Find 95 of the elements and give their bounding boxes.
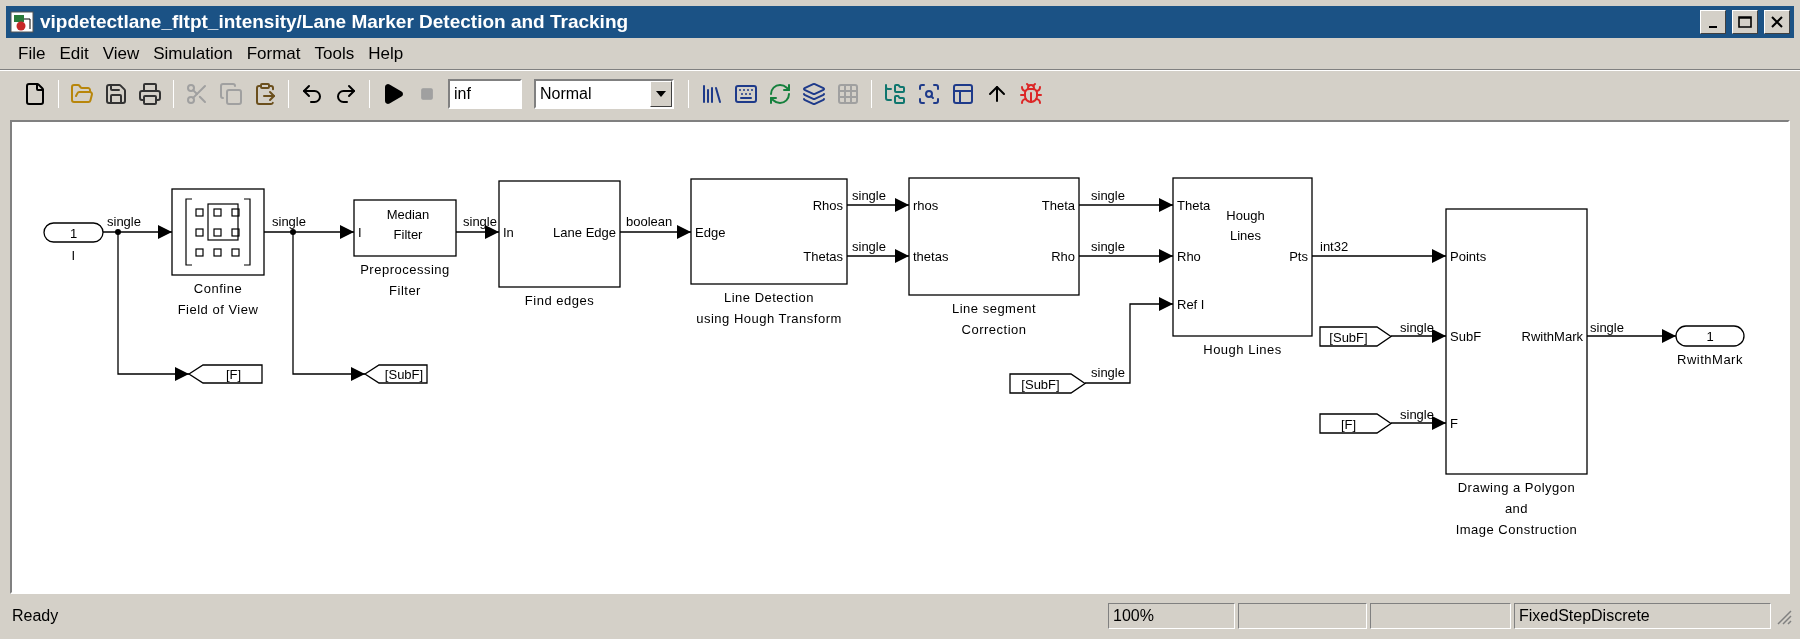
block-caption: Field of View — [177, 302, 259, 317]
goto-tag: [SubF] — [363, 364, 428, 384]
stop-icon — [420, 86, 434, 101]
clipboard-icon — [253, 81, 277, 106]
block-caption: Correction — [961, 322, 1027, 337]
signal-label: single — [1400, 407, 1434, 422]
port-label: thetas — [913, 249, 949, 264]
layers-icon — [802, 81, 826, 106]
panel-icon — [951, 81, 975, 106]
port-label: In — [503, 225, 514, 240]
menu-item[interactable]: View — [96, 40, 146, 67]
port-label: Lane Edge — [553, 225, 616, 240]
goto-tag: [F] — [187, 364, 263, 384]
bug-icon — [1019, 81, 1043, 106]
signal-label: single — [1091, 239, 1125, 254]
signal-label: single — [272, 214, 306, 229]
folder-icon — [70, 81, 94, 106]
port-label: RwithMark — [1521, 329, 1583, 344]
block-caption: Hough Lines — [1203, 342, 1282, 357]
port-label: Edge — [695, 225, 726, 240]
status-text: 100% — [1113, 605, 1154, 626]
signal-label: single — [852, 239, 886, 254]
port-label: Pts — [1289, 249, 1308, 264]
port-label: Theta — [1041, 198, 1075, 213]
signal-label: single — [1091, 365, 1125, 380]
menu-item[interactable]: File — [12, 40, 52, 67]
block-caption: using Hough Transform — [696, 311, 842, 326]
block-caption: Find edges — [524, 293, 595, 308]
signal-label: int32 — [1320, 239, 1349, 254]
from-tag: [SubF] — [1319, 326, 1393, 347]
signal-label: boolean — [626, 214, 673, 229]
signal-label: single — [1091, 188, 1125, 203]
signal-label: single — [1590, 320, 1624, 335]
refresh-icon — [768, 81, 792, 106]
port-label: I — [358, 225, 362, 240]
status-text: FixedStepDiscrete — [1519, 605, 1650, 626]
block-caption: Preprocessing — [360, 262, 450, 277]
block-text: Filter — [393, 227, 423, 242]
from-tag: [F] — [1319, 413, 1393, 434]
grid-icon — [836, 81, 860, 106]
window-title: vipdetectlane_fltpt_intensity/Lane Marker Detection and Tracking — [40, 9, 630, 34]
close-button[interactable] — [1764, 10, 1790, 34]
port-label: Rho — [1051, 249, 1075, 264]
block-caption: Line Detection — [723, 290, 815, 305]
port-label: Rhos — [812, 198, 843, 213]
signal-label: single — [1400, 320, 1434, 335]
simulation-mode-dropdown[interactable]: Normal — [534, 78, 674, 109]
port-label: Points — [1450, 249, 1487, 264]
menu-item[interactable]: Help — [362, 40, 410, 67]
minimize-icon — [1709, 26, 1717, 28]
pixel-grid-drawing — [185, 198, 251, 266]
save-icon — [104, 81, 128, 106]
printer-icon — [138, 81, 162, 106]
port-label: F — [1450, 416, 1458, 431]
tree-icon — [883, 81, 907, 106]
maximize-button[interactable] — [1732, 10, 1758, 34]
block-caption: Line segment — [951, 301, 1037, 316]
menu-item[interactable]: Edit — [53, 40, 95, 67]
model-icon — [10, 11, 34, 33]
menu-item[interactable]: Simulation — [147, 40, 239, 67]
block-caption: Image Construction — [1455, 522, 1578, 537]
copy-icon — [219, 81, 243, 106]
block-caption: Confine — [193, 281, 243, 296]
maximize-icon — [1738, 16, 1752, 28]
signal-label: single — [463, 214, 497, 229]
port-label: Theta — [1177, 198, 1211, 213]
menu-item[interactable]: Tools — [308, 40, 361, 67]
signal-label: single — [107, 214, 141, 229]
block-caption: Drawing a Polygon — [1457, 480, 1576, 495]
block-caption: and — [1504, 501, 1529, 516]
port-label: rhos — [913, 198, 939, 213]
branch-point — [290, 229, 296, 235]
from-tag: [SubF] — [1009, 373, 1087, 394]
magnifier-icon — [917, 81, 941, 106]
block-caption: Filter — [389, 283, 421, 298]
port-label: Rho — [1177, 249, 1201, 264]
inport-block: 1 — [43, 222, 104, 243]
outport-block: 1 — [1675, 325, 1745, 347]
port-label: Ref I — [1177, 297, 1205, 312]
file-icon — [23, 81, 47, 106]
port-label: SubF — [1450, 329, 1482, 344]
branch-point — [115, 229, 121, 235]
scissors-icon — [185, 81, 209, 106]
status-text: Ready — [12, 605, 59, 626]
block-text: Median — [386, 207, 430, 222]
block-text: Hough — [1226, 208, 1265, 223]
menu-item[interactable]: Format — [240, 40, 307, 67]
port-label: Thetas — [803, 249, 843, 264]
block-caption: RwithMark — [1677, 352, 1743, 367]
minimize-button[interactable] — [1700, 10, 1726, 34]
stop-time-field[interactable]: inf — [448, 78, 522, 109]
block-caption: I — [71, 248, 76, 263]
block-text: Lines — [1229, 228, 1262, 243]
signal-label: single — [852, 188, 886, 203]
close-icon — [1770, 16, 1784, 28]
